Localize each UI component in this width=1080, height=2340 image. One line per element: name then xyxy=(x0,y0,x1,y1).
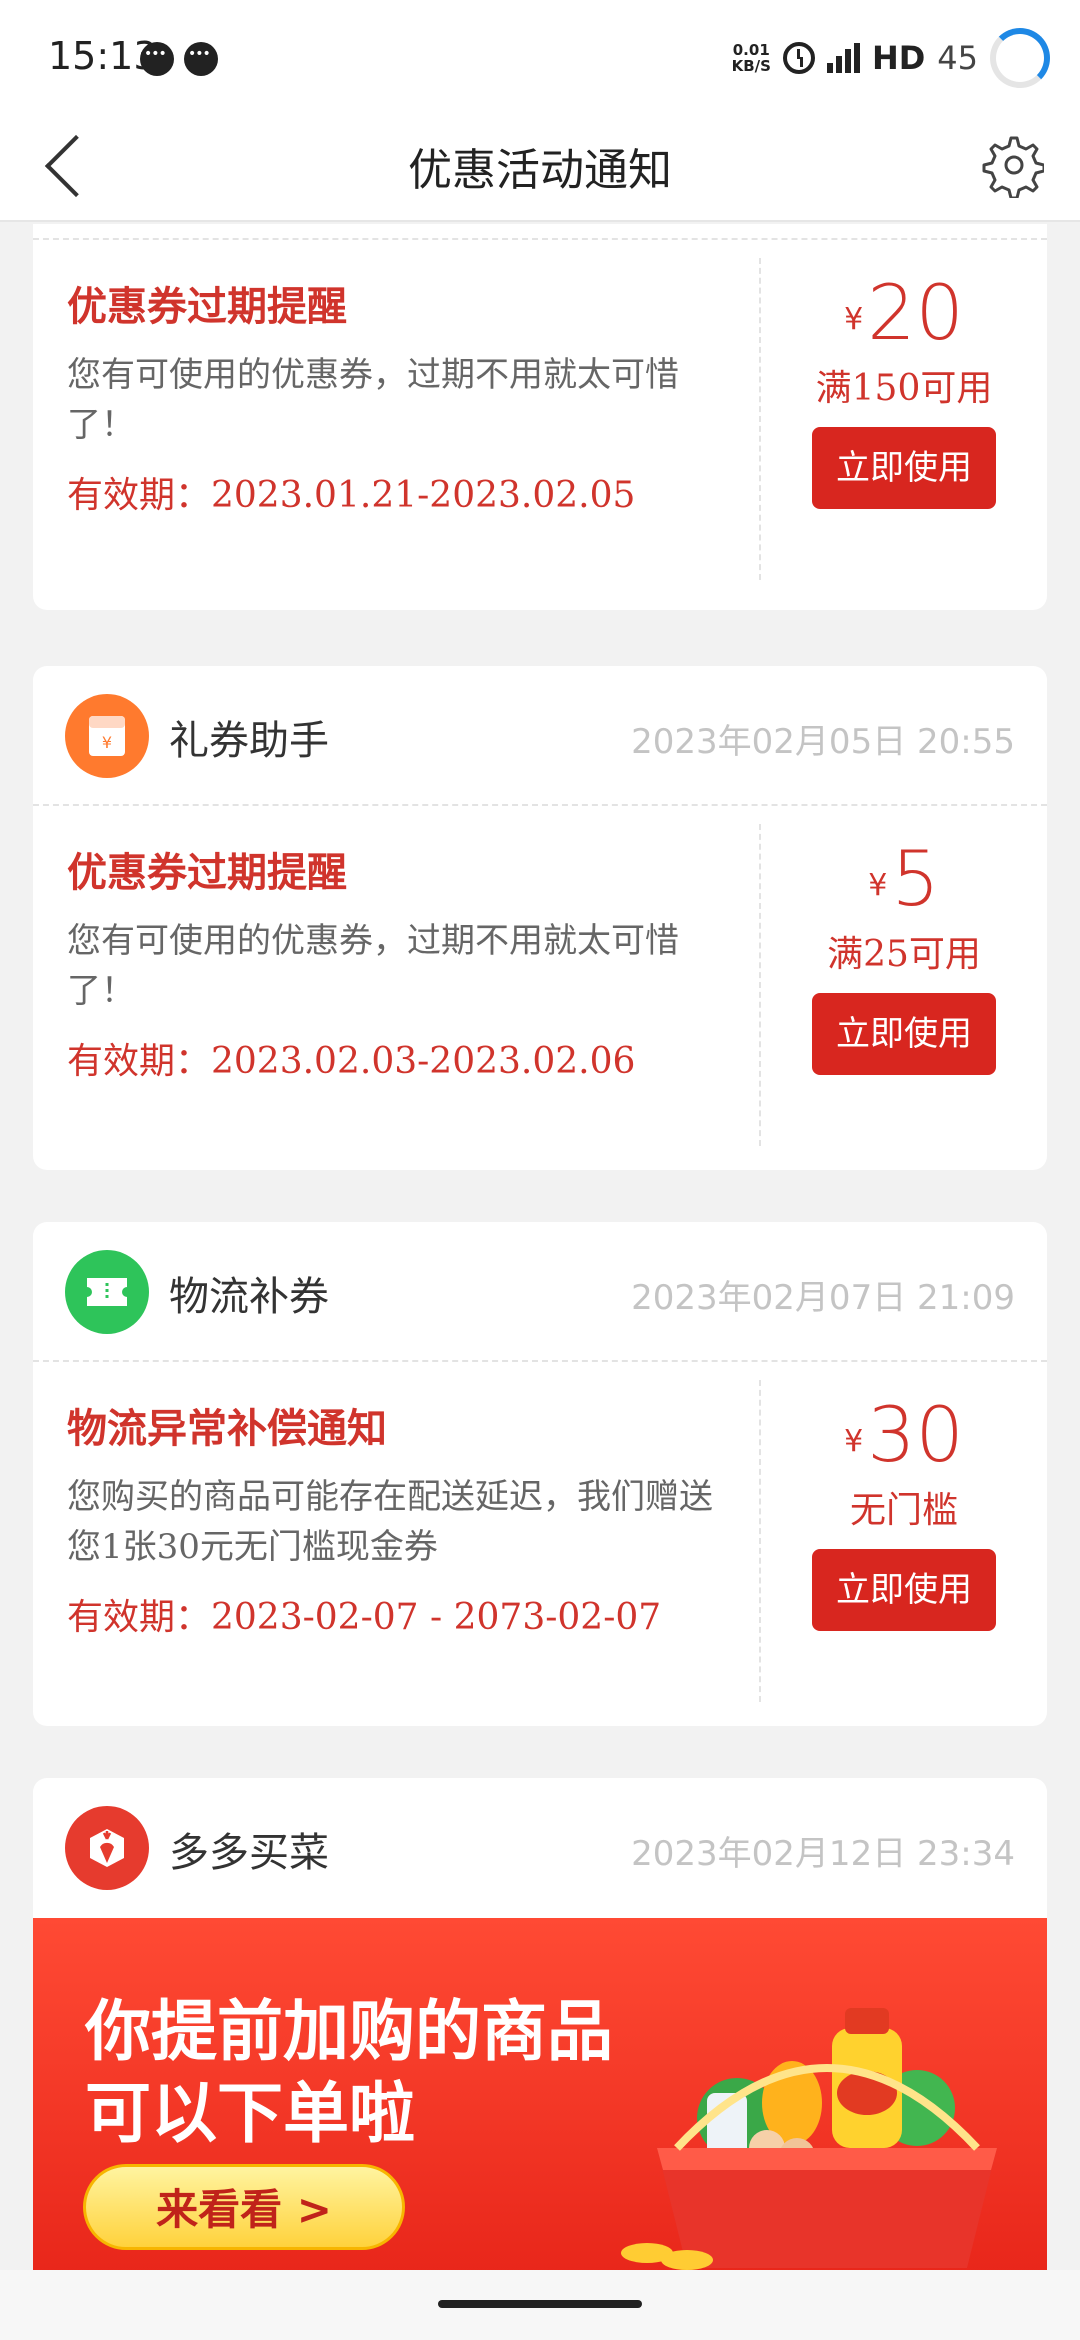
message-time: 2023年02月05日 20:55 xyxy=(631,722,1015,762)
coupon-desc: 您购买的商品可能存在配送延迟，我们赠送您1张30元无门槛现金券 xyxy=(67,1477,713,1567)
coupon-condition: 无门槛 xyxy=(849,1490,958,1531)
coupon: 物流异常补偿通知 您购买的商品可能存在配送延迟，我们赠送您1张30元无门槛现金券… xyxy=(33,1362,1047,1702)
promo-message-card[interactable]: 多多买菜 2023年02月12日 23:34 你提前加购的商品 可以下单啦 来看… xyxy=(33,1778,1047,2270)
coupon-validity: 有效期：2023.01.21-2023.02.05 xyxy=(67,475,636,516)
coupon-desc: 您有可使用的优惠券，过期不用就太可惜了！ xyxy=(67,355,679,445)
sender-name: 物流补券 xyxy=(169,1274,329,1320)
sender-name: 礼券助手 xyxy=(169,718,329,764)
coupon-amount: ¥5 xyxy=(868,834,940,923)
coupon: 优惠券过期提醒 您有可使用的优惠券，过期不用就太可惜了！ 有效期：2023.02… xyxy=(33,806,1047,1146)
page-title: 优惠活动通知 xyxy=(408,145,672,196)
alarm-icon xyxy=(782,42,815,74)
gear-icon[interactable] xyxy=(978,132,1044,198)
status-bar: 15:13 0.01 KB/S HD 45 xyxy=(0,0,1080,110)
coupon: 优惠券过期提醒 您有可使用的优惠券，过期不用就太可惜了！ 有效期：2023.01… xyxy=(33,240,1047,580)
coupon-validity: 有效期：2023-02-07 - 2073-02-07 xyxy=(67,1597,662,1638)
card-header: 物流补券 2023年02月07日 21:09 xyxy=(33,1222,1047,1362)
home-indicator[interactable] xyxy=(438,2300,642,2308)
home-indicator-bar xyxy=(0,2270,1080,2340)
message-time: 2023年02月12日 23:34 xyxy=(631,1834,1015,1874)
sender-name: 多多买菜 xyxy=(169,1830,329,1876)
message-list[interactable]: 优惠券过期提醒 您有可使用的优惠券，过期不用就太可惜了！ 有效期：2023.01… xyxy=(0,224,1080,2270)
look-button[interactable]: 来看看 > xyxy=(83,2164,405,2250)
coupon-condition: 满150可用 xyxy=(815,368,993,409)
network-type: HD xyxy=(871,39,926,77)
card-header: ¥ 礼券助手 2023年02月05日 20:55 xyxy=(33,666,1047,806)
card-header: 多多买菜 2023年02月12日 23:34 xyxy=(33,1778,1047,1918)
logistics-ticket-icon xyxy=(65,1250,149,1334)
signal-icon xyxy=(826,43,860,73)
promo-banner[interactable]: 你提前加购的商品 可以下单啦 来看看 > xyxy=(33,1918,1047,2270)
coupon-desc: 您有可使用的优惠券，过期不用就太可惜了！ xyxy=(67,921,679,1011)
coupon-message-card: 优惠券过期提醒 您有可使用的优惠券，过期不用就太可惜了！ 有效期：2023.01… xyxy=(33,224,1047,610)
gift-coupon-icon: ¥ xyxy=(65,694,149,778)
network-speed: 0.01 KB/S xyxy=(731,41,771,75)
coupon-amount: ¥20 xyxy=(844,268,964,357)
chat-notification-icon xyxy=(184,42,218,76)
coupon-title: 优惠券过期提醒 xyxy=(67,849,347,896)
grocery-basket-icon xyxy=(621,2008,997,2270)
battery-level: 45 xyxy=(937,39,978,77)
coupon-title: 物流异常补偿通知 xyxy=(67,1405,387,1452)
coupon-message-card: ¥ 礼券助手 2023年02月05日 20:55 优惠券过期提醒 您有可使用的优… xyxy=(33,666,1047,1170)
svg-text:¥: ¥ xyxy=(102,733,112,752)
use-now-button[interactable]: 立即使用 xyxy=(812,427,996,509)
banner-subheadline: 可以下单啦 xyxy=(85,2075,415,2152)
use-now-button[interactable]: 立即使用 xyxy=(812,1549,996,1631)
nav-bar: 优惠活动通知 xyxy=(0,110,1080,222)
coupon-amount: ¥30 xyxy=(844,1390,964,1479)
carrot-logo-icon xyxy=(65,1806,149,1890)
message-notification-icon xyxy=(140,42,174,76)
battery-ring-icon xyxy=(990,28,1050,88)
message-time: 2023年02月07日 21:09 xyxy=(631,1278,1015,1318)
coupon-message-card: 物流补券 2023年02月07日 21:09 物流异常补偿通知 您购买的商品可能… xyxy=(33,1222,1047,1726)
coupon-validity: 有效期：2023.02.03-2023.02.06 xyxy=(67,1041,636,1082)
coupon-title: 优惠券过期提醒 xyxy=(67,283,347,330)
coupon-condition: 满25可用 xyxy=(827,934,981,975)
use-now-button[interactable]: 立即使用 xyxy=(812,993,996,1075)
